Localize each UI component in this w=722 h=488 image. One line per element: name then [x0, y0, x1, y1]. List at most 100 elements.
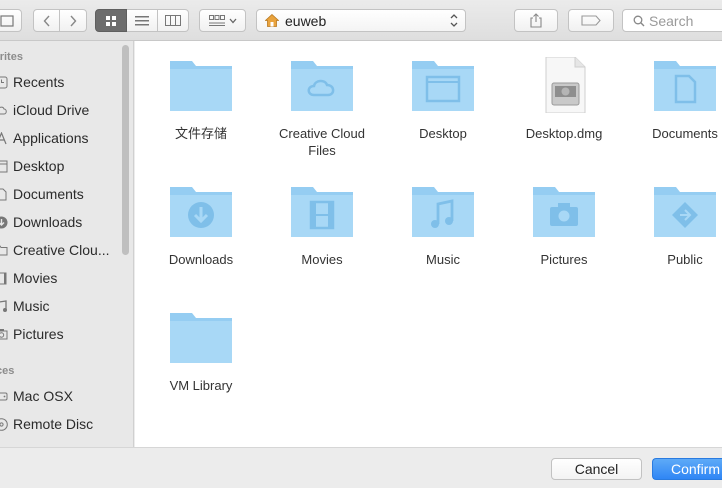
favorites-header: orites: [0, 51, 23, 63]
nav-buttons: [33, 9, 87, 32]
file-name: Movies: [301, 252, 343, 267]
cloud-icon: [0, 103, 8, 117]
file-name: Creative Cloud Files: [279, 126, 365, 158]
sidebar-item-label: Desktop: [13, 158, 65, 174]
file-name: Documents: [652, 126, 718, 141]
document-icon: [0, 187, 8, 201]
film-icon: [0, 271, 8, 285]
download-icon: [0, 215, 8, 229]
arrange-button[interactable]: [199, 9, 246, 32]
file-item[interactable]: Documents: [629, 57, 722, 142]
disk-image-icon: [545, 56, 586, 114]
sidebar-item-label: Remote Disc: [13, 416, 94, 432]
music-icon: [0, 299, 8, 313]
devices-header: ices: [0, 365, 15, 377]
file-browser: 文件存储 Creative Cloud Files Desktop Deskto…: [135, 41, 722, 447]
file-item[interactable]: Desktop.dmg: [508, 56, 620, 142]
chevron-right-icon: [70, 15, 77, 26]
file-item[interactable]: Desktop: [387, 57, 499, 142]
file-item[interactable]: VM Library: [145, 309, 257, 394]
sidebar-item-icloud-drive[interactable]: iCloud Drive: [0, 97, 124, 123]
file-name: VM Library: [169, 378, 233, 393]
folder-icon: [170, 313, 232, 363]
file-name: Music: [426, 252, 460, 267]
clock-icon: [0, 75, 8, 89]
dialog-footer: Cancel Confirm: [0, 447, 722, 488]
sidebar-item-label: Documents: [13, 186, 84, 202]
file-item[interactable]: Public: [629, 183, 722, 268]
file-name: Desktop: [419, 126, 467, 141]
list-icon: [135, 15, 149, 25]
sidebar-item-label: Downloads: [13, 214, 83, 230]
file-item[interactable]: Pictures: [508, 183, 620, 268]
view-mode-segment: [95, 9, 189, 32]
share-icon: [530, 13, 542, 28]
sidebar-item-label: Movies: [13, 270, 58, 286]
sidebar-item-label: Pictures: [13, 326, 64, 342]
file-item[interactable]: Creative Cloud Files: [266, 57, 378, 159]
file-item[interactable]: Movies: [266, 183, 378, 268]
file-name: Pictures: [540, 252, 588, 267]
search-icon: [633, 15, 645, 26]
location-popup[interactable]: euweb: [256, 9, 466, 32]
icon-view-button[interactable]: [95, 9, 127, 32]
back-button[interactable]: [33, 9, 60, 32]
sidebar-icon: [0, 14, 14, 27]
search-placeholder: Search: [649, 12, 694, 29]
sidebar-item-downloads[interactable]: Downloads: [0, 209, 124, 235]
chevron-left-icon: [43, 15, 50, 26]
forward-button[interactable]: [60, 9, 87, 32]
sidebar-item-label: Creative Clou...: [13, 242, 110, 258]
sidebar-item-desktop[interactable]: Desktop: [0, 153, 124, 179]
applications-icon: [0, 131, 8, 145]
documents-folder-icon: [654, 61, 716, 111]
cancel-button[interactable]: Cancel: [551, 458, 642, 480]
sidebar-item-movies[interactable]: Movies: [0, 265, 124, 291]
music-folder-icon: [412, 187, 474, 237]
hard-drive-icon: [0, 389, 8, 403]
sidebar-item-label: iCloud Drive: [13, 102, 90, 118]
file-name: Desktop.dmg: [525, 126, 603, 141]
grid-icon: [106, 15, 116, 26]
sidebar-item-applications[interactable]: Applications: [0, 125, 124, 151]
desktop-folder-icon: [412, 61, 474, 111]
sidebar-item-music[interactable]: Music: [0, 293, 124, 319]
columns-icon: [165, 15, 181, 26]
tag-icon: [581, 15, 601, 26]
column-view-button[interactable]: [158, 9, 189, 32]
creative-cloud-folder-icon: [291, 61, 353, 111]
sidebar-item-pictures[interactable]: Pictures: [0, 321, 124, 347]
sidebar-item-remote-disc[interactable]: Remote Disc: [0, 411, 124, 437]
list-view-button[interactable]: [127, 9, 158, 32]
public-folder-icon: [654, 187, 716, 237]
sidebar-item-creative-cloud[interactable]: Creative Clou...: [0, 237, 124, 263]
search-field[interactable]: Search: [622, 9, 722, 32]
sidebar-item-documents[interactable]: Documents: [0, 181, 124, 207]
location-label: euweb: [285, 12, 327, 29]
share-button[interactable]: [514, 9, 558, 32]
disc-icon: [0, 417, 8, 431]
desktop-icon: [0, 159, 8, 173]
sidebar-toggle-button[interactable]: [0, 9, 22, 32]
up-down-chevron-icon: [450, 14, 458, 27]
movies-folder-icon: [291, 187, 353, 237]
pictures-folder-icon: [533, 187, 595, 237]
folder-icon: [0, 243, 8, 257]
sidebar-item-mac-osx[interactable]: Mac OSX: [0, 383, 124, 409]
file-item[interactable]: 文件存储: [145, 57, 257, 142]
file-name: 文件存储: [174, 126, 227, 141]
confirm-button[interactable]: Confirm: [652, 458, 722, 480]
sidebar-item-label: Music: [13, 298, 50, 314]
file-item[interactable]: Downloads: [145, 183, 257, 268]
file-name: Downloads: [168, 252, 234, 267]
sidebar-item-label: Recents: [13, 74, 65, 90]
sidebar: orites Recents iCloud Drive Applications…: [0, 41, 134, 447]
sidebar-item-recents[interactable]: Recents: [0, 69, 124, 95]
sidebar-scrollbar[interactable]: [122, 45, 129, 255]
tag-button[interactable]: [568, 9, 614, 32]
chevron-down-icon: [229, 18, 236, 23]
sidebar-item-label: Applications: [13, 130, 89, 146]
file-item[interactable]: Music: [387, 183, 499, 268]
toolbar: euweb Search: [0, 0, 722, 41]
file-name: Public: [667, 252, 703, 267]
